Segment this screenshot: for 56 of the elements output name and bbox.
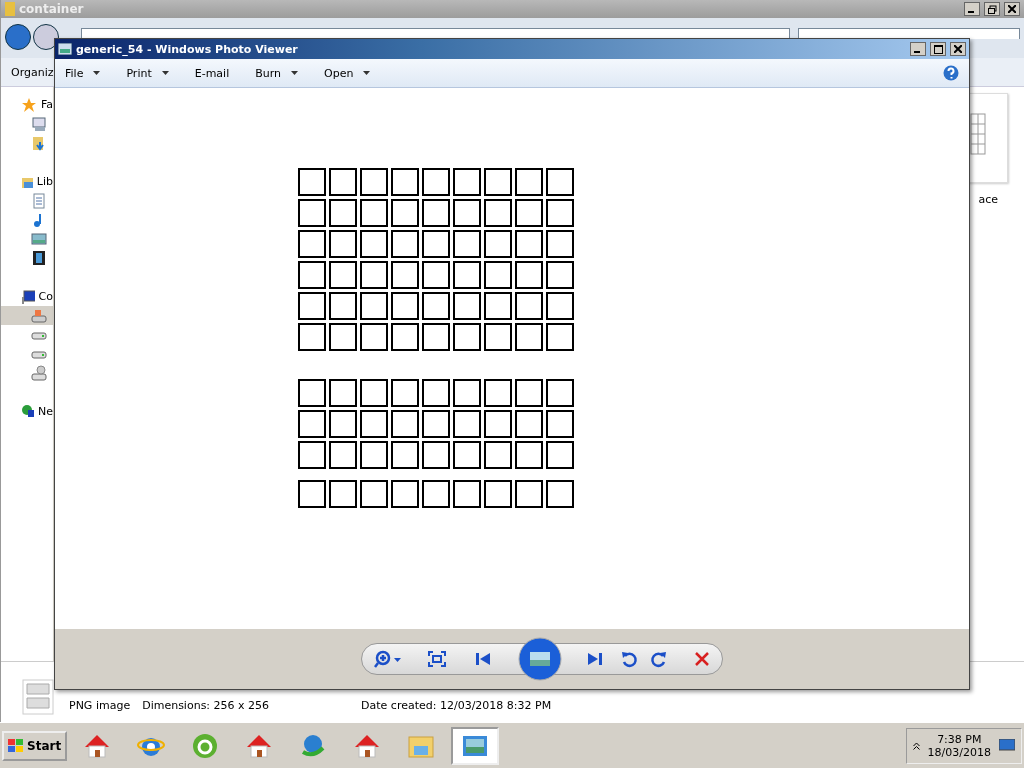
window-title: container [19,2,84,16]
search-field[interactable] [798,28,1020,39]
file-dimensions: Dimensions: 256 x 256 [142,699,270,712]
date-created: Date created: 12/03/2018 8:32 PM [361,699,552,712]
close-icon [954,45,962,53]
disc-drive-icon [31,364,47,381]
window-title: generic_54 - Windows Photo Viewer [76,42,298,56]
nav-item[interactable]: Lib [36,175,53,188]
back-button[interactable] [5,24,31,50]
system-drive-icon [31,307,47,324]
restore-button[interactable] [984,2,1000,16]
network-icon [21,403,34,420]
file-type: PNG image [69,699,131,712]
minimize-button[interactable] [910,42,926,56]
show-desktop-icon[interactable] [999,738,1015,753]
clock-time: 7:38 PM [937,732,982,746]
ring-logo-icon [191,731,220,760]
close-button[interactable] [1004,2,1020,16]
recent-icon [31,115,47,132]
menu-item[interactable]: Print [126,64,169,82]
zoom-icon[interactable] [374,650,402,668]
rotate-left-icon[interactable] [620,650,638,668]
folder-icon [5,2,15,16]
close-icon [1008,5,1016,13]
nav-item[interactable]: Co [38,290,53,303]
video-icon [31,249,47,266]
nav-item[interactable]: Fa [40,98,53,111]
image-icon [31,230,47,247]
start-button[interactable]: Start [2,730,68,761]
close-button[interactable] [950,42,966,56]
menu-item[interactable]: Open [324,64,371,82]
rotate-right-icon[interactable] [650,650,668,668]
menu-item[interactable]: E-mail [194,64,230,82]
menu-item[interactable]: File [65,64,101,82]
delete-icon[interactable] [694,651,710,667]
forward-button[interactable] [33,24,59,50]
nav-item[interactable]: Ne [38,405,53,418]
maximize-button[interactable] [930,42,946,56]
document-icon [31,192,47,209]
minimize-button[interactable] [964,2,980,16]
maximize-icon [933,44,943,54]
menu-item[interactable]: Burn [255,64,299,82]
downloads-icon [31,134,47,151]
photo-viewer-icon [58,43,72,55]
organize-menu[interactable]: Organiz [11,65,54,79]
windows-logo-icon [8,738,24,753]
chevron-up-icon[interactable] [912,741,920,750]
computer-icon [21,288,35,305]
clock-date: 18/03/2018 [927,745,991,759]
star-icon [21,96,37,113]
restore-icon [987,4,997,14]
file-name: ace [978,193,998,206]
address-bar[interactable] [81,28,790,39]
fit-window-icon[interactable] [428,651,446,667]
taskbar-button[interactable] [451,726,500,765]
help-icon[interactable] [943,65,959,81]
